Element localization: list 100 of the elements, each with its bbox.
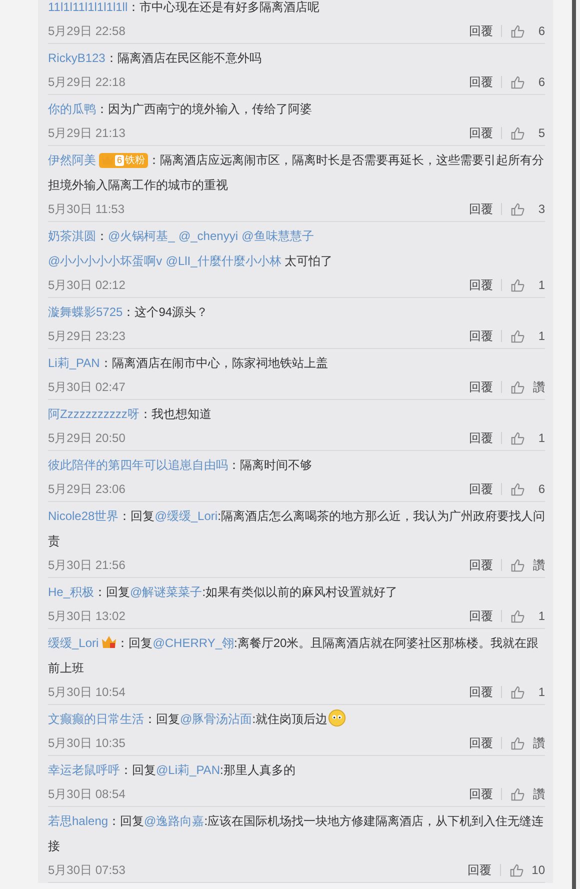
reply-link[interactable]: 回覆 [469, 198, 493, 220]
reply-link[interactable]: 回覆 [469, 427, 493, 449]
thumbs-up-icon[interactable] [510, 278, 525, 292]
comment-text: 你的瓜鸭：因为广西南宁的境外输入，传给了阿婆 [48, 101, 313, 118]
like-count: 1 [537, 328, 545, 345]
like-count: 讚 [533, 379, 545, 396]
like-count: 6 [537, 74, 545, 91]
user-link[interactable]: 阿Zzzzzzzzzzz呀 [48, 407, 140, 421]
comment-time: 5月30日 10:54 [48, 684, 126, 701]
user-link[interactable]: 若思haleng [48, 814, 108, 828]
comment-text: 缓缓_Lori ：回复@CHERRY_翎:离餐厅20米。且隔离酒店就在阿婆社区那栋楼。我就在跟前上班 [48, 634, 540, 677]
user-link[interactable]: 你的瓜鸭 [48, 102, 96, 116]
comment-time: 5月29日 21:13 [48, 125, 126, 142]
comment-text: He_积极：回复@解谜菜菜子:如果有类似以前的麻风村设置就好了 [48, 584, 399, 601]
mention-link[interactable]: @LlI_什麼什麼小小林 [166, 254, 282, 268]
comment-time: 5月29日 20:50 [48, 430, 126, 447]
comment-time: 5月30日 21:56 [48, 557, 126, 574]
comment-text: 伊然阿美 6 铁粉 ：隔离酒店应远离闹市区，隔离时长是否需要再延长，这些需要引起所有分担境外输入隔离工作的城市的重视 [48, 152, 545, 194]
user-link[interactable]: Nicole28世界 [48, 509, 119, 523]
like-count: 1 [537, 430, 545, 447]
reply-link[interactable]: 回覆 [469, 478, 493, 500]
mention-link[interactable]: @_chenyyi [178, 229, 238, 243]
mention-link[interactable]: @解谜菜菜子 [130, 585, 202, 599]
mention-link[interactable]: @Li莉_PAN [156, 763, 220, 777]
mention-link[interactable]: @缓缓_Lori [154, 509, 218, 523]
thumbs-up-icon[interactable] [510, 558, 525, 572]
comment-text: Nicole28世界：回复@缓缓_Lori:隔离酒店怎么离喝茶的地方那么近，我认为广州政府要找人问责 [48, 508, 545, 550]
comment-text: Li莉_PAN：隔离酒店在闹市中心，陈家祠地铁站上盖 [48, 355, 329, 372]
reply-link[interactable]: 回覆 [469, 732, 493, 754]
reply-link[interactable]: 回覆 [469, 20, 493, 42]
mention-link[interactable]: @鱼味慧慧子 [242, 229, 314, 243]
mention-link[interactable]: @火锅柯基_ [108, 229, 175, 243]
comment-time: 5月29日 22:18 [48, 74, 126, 91]
reply-link[interactable]: 回覆 [469, 325, 493, 347]
thumbs-up-icon[interactable] [510, 380, 525, 394]
reply-link[interactable]: 回覆 [469, 783, 493, 805]
comment-text: RickyB123：隔离酒店在民区能不意外吗 [48, 50, 262, 67]
like-count: 讚 [533, 786, 545, 803]
comment-text: 幸运老鼠呼呼：回复@Li莉_PAN:那里人真多的 [48, 762, 296, 779]
thumbs-up-icon[interactable] [510, 24, 525, 38]
comment-text: 漩舞蝶影5725：这个94源头？ [48, 304, 210, 321]
thumbs-up-icon[interactable] [510, 202, 525, 216]
user-link[interactable]: RickyB123 [48, 51, 106, 65]
thumbs-up-icon[interactable] [510, 430, 525, 446]
reply-link[interactable]: 回覆 [469, 376, 493, 398]
comment-text: 阿Zzzzzzzzzzz呀：我也想知道 [48, 406, 212, 423]
user-link[interactable]: Li莉_PAN [48, 356, 100, 370]
fan-badge: 6 铁粉 [99, 152, 148, 168]
emoji-icon [328, 709, 346, 727]
thumbs-up-icon[interactable] [510, 74, 525, 90]
comment-text: 彼此陪伴的第四年可以追崽自由吗：隔离时间不够 [48, 457, 313, 474]
like-count: 10 [532, 862, 545, 879]
comment-time: 5月29日 23:06 [48, 481, 126, 498]
comment-time: 5月30日 02:12 [48, 277, 126, 294]
comment-time: 5月29日 23:23 [48, 328, 126, 345]
user-link[interactable]: 漩舞蝶影5725 [48, 305, 123, 319]
reply-link[interactable]: 回覆 [468, 859, 492, 881]
thumbs-up-icon[interactable] [510, 736, 525, 750]
reply-link[interactable]: 回覆 [469, 274, 493, 296]
comment-text: 文癫癫的日常生活：回复@豚骨汤沾面:就住岗顶后边 [48, 707, 545, 732]
comment-time: 5月30日 11:53 [48, 201, 124, 218]
like-count: 1 [537, 277, 545, 294]
like-count: 1 [537, 684, 545, 701]
thumbs-up-icon[interactable] [510, 684, 525, 700]
user-link[interactable]: He_积极 [48, 585, 94, 599]
reply-link[interactable]: 回覆 [469, 122, 493, 144]
user-link[interactable]: 伊然阿美 [48, 153, 96, 167]
reply-link[interactable]: 回覆 [469, 554, 493, 576]
mention-link[interactable]: @逸路向嘉 [144, 814, 204, 828]
mention-link[interactable]: @豚骨汤沾面 [180, 712, 252, 726]
thumbs-up-icon[interactable] [510, 786, 525, 802]
thumbs-up-icon[interactable] [510, 482, 525, 496]
comment-time: 5月30日 07:53 [48, 862, 126, 879]
like-count: 5 [537, 125, 545, 142]
like-count: 1 [537, 608, 545, 625]
comment-text: 奶茶淇圆：@火锅柯基_ @_chenyyi @鱼味慧慧子 @小小小小小坏蛋啊v @LlI_什麼什麼小小林 太可怕了 [48, 228, 334, 270]
user-link[interactable]: 奶茶淇圆 [48, 229, 96, 243]
like-count: 讚 [533, 735, 545, 752]
thumbs-up-icon[interactable] [510, 608, 525, 624]
user-link[interactable]: 彼此陪伴的第四年可以追崽自由吗 [48, 458, 228, 472]
reply-link[interactable]: 回覆 [469, 71, 493, 93]
mention-link[interactable]: @小小小小小坏蛋啊v [48, 254, 162, 268]
comment-text: 若思haleng：回复@逸路向嘉:应该在国际机场找一块地方修建隔离酒店，从下机到入住无缝连接 [48, 813, 545, 855]
comment-time: 5月30日 13:02 [48, 608, 126, 625]
mention-link[interactable]: @CHERRY_翎 [152, 636, 234, 650]
thumbs-up-icon[interactable] [510, 126, 525, 140]
user-link[interactable]: 幸运老鼠呼呼 [48, 763, 120, 777]
like-count: 3 [537, 201, 545, 218]
user-link[interactable]: 缓缓_Lori [48, 636, 99, 650]
user-link[interactable]: 11l1l11l1l1l1l1ll [48, 0, 128, 14]
thumbs-up-icon[interactable] [508, 862, 524, 878]
reply-link[interactable]: 回覆 [469, 681, 493, 703]
user-link[interactable]: 文癫癫的日常生活 [48, 712, 144, 726]
thumbs-up-icon[interactable] [510, 328, 525, 344]
reply-link[interactable]: 回覆 [469, 605, 493, 627]
like-count: 6 [537, 23, 545, 40]
comment-text: 11l1l11l1l1l1l1ll：市中心现在还是有好多隔离酒店呢 [48, 0, 321, 16]
comment-time: 5月30日 10:35 [48, 735, 126, 752]
comment-time: 5月30日 02:47 [48, 379, 126, 396]
like-count: 讚 [533, 557, 545, 574]
